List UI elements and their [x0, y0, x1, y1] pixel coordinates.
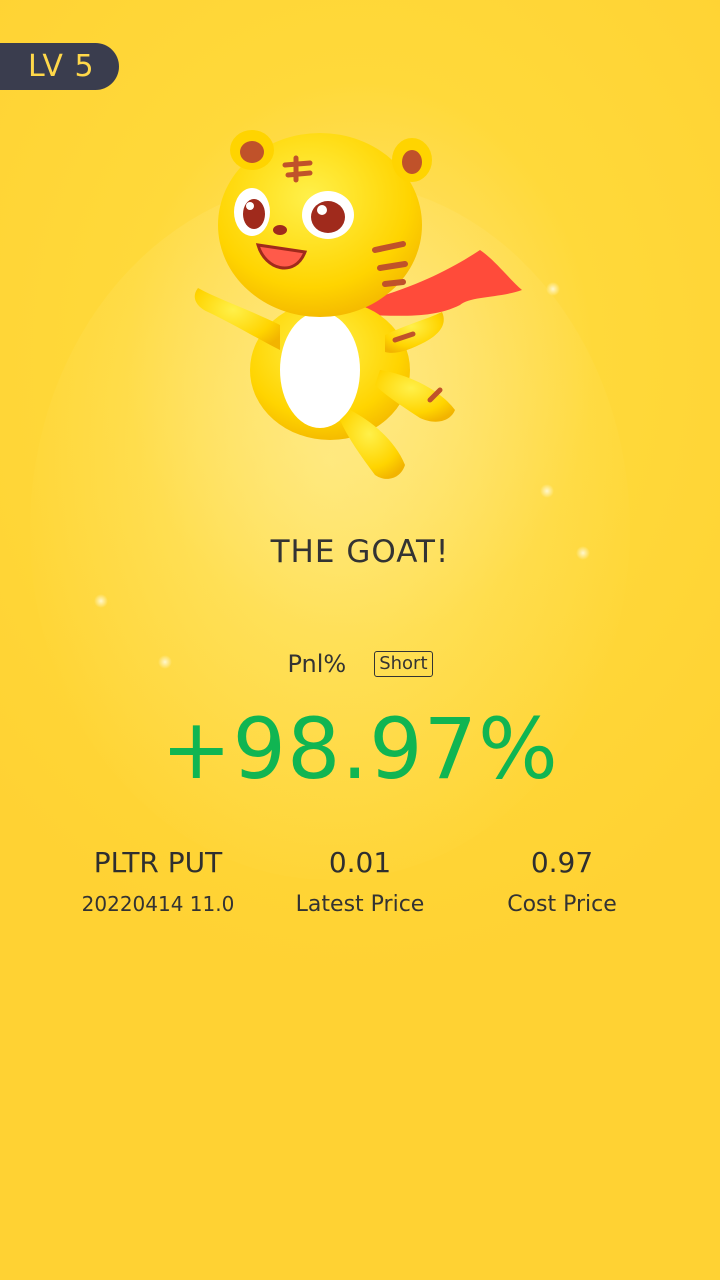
latest-price-value: 0.01 — [328, 846, 392, 879]
pnl-label: Pnl% — [287, 650, 347, 678]
tiger-mascot-icon — [194, 130, 522, 479]
latest-price-stat: 0.01 Latest Price — [250, 846, 470, 917]
latest-price-label: Latest Price — [295, 892, 425, 917]
sparkle — [94, 594, 108, 608]
position-symbol: PLTR PUT — [93, 846, 223, 879]
level-badge: LV 5 — [0, 43, 119, 90]
cost-price-label: Cost Price — [507, 892, 617, 917]
pnl-value: +98.97% — [161, 700, 559, 798]
sparkle — [540, 484, 554, 498]
position-contract: 20220414 11.0 — [81, 892, 235, 916]
level-label: LV 5 — [28, 49, 95, 84]
pnl-header: Pnl% Short — [0, 650, 720, 678]
direction-tag: Short — [374, 651, 433, 677]
cost-price-stat: 0.97 Cost Price — [452, 846, 672, 917]
sparkle — [546, 282, 560, 296]
headline: THE GOAT! — [270, 534, 450, 570]
position-info: PLTR PUT 20220414 11.0 — [48, 846, 268, 916]
cost-price-value: 0.97 — [530, 846, 594, 879]
